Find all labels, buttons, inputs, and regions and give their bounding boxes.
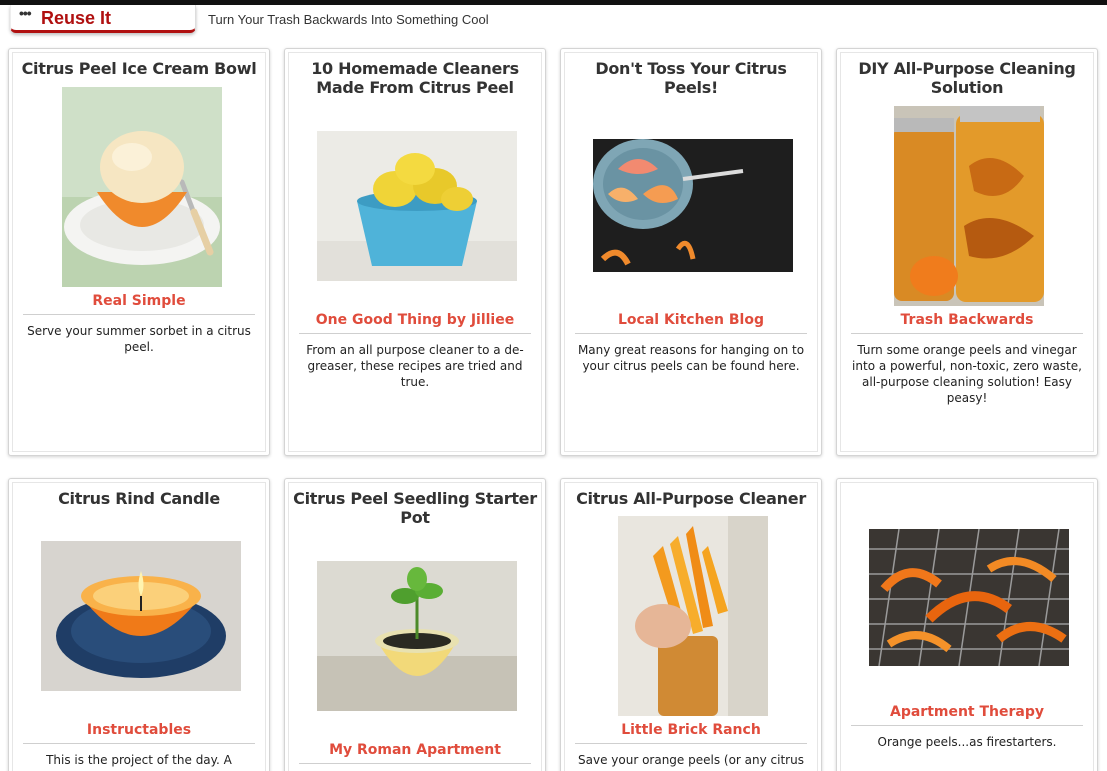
card-image[interactable]	[62, 87, 222, 287]
card-description: Serve your summer sorbet in a citrus pee…	[27, 324, 251, 354]
pin-card[interactable]: Citrus Peel Ice Cream Bowl Real Simple S…	[8, 48, 270, 456]
site-logo[interactable]: Reuse It	[41, 8, 111, 29]
card-title[interactable]: Citrus Peel Ice Cream Bowl	[17, 59, 261, 78]
card-divider	[575, 333, 807, 334]
pin-card[interactable]: Don't Toss Your Citrus Peels! Local Kitc…	[560, 48, 822, 456]
card-image[interactable]	[618, 516, 768, 716]
pin-card[interactable]: Citrus Rind Candle Instructables This is…	[8, 478, 270, 771]
card-divider	[23, 743, 255, 744]
card-title[interactable]: Citrus All-Purpose Cleaner	[569, 489, 813, 508]
card-image[interactable]	[593, 139, 793, 272]
card-source-link[interactable]: Instructables	[23, 722, 255, 738]
card-divider	[575, 743, 807, 744]
card-source-link[interactable]: Real Simple	[23, 293, 255, 309]
card-source-link[interactable]: Trash Backwards	[851, 312, 1083, 328]
card-title[interactable]: Citrus Rind Candle	[17, 489, 261, 508]
card-image[interactable]	[41, 541, 241, 691]
card-divider	[23, 314, 255, 315]
pin-card[interactable]: Citrus Peel Seedling Starter Pot My Roma…	[284, 478, 546, 771]
card-title[interactable]: DIY All-Purpose Cleaning Solution	[845, 59, 1089, 97]
card-divider	[851, 725, 1083, 726]
pin-card[interactable]: Citrus All-Purpose Cleaner Little Brick …	[560, 478, 822, 771]
card-description: Many great reasons for hanging on to you…	[577, 343, 805, 373]
menu-dots-icon[interactable]: •••	[19, 5, 32, 21]
card-title[interactable]: Citrus Peel Seedling Starter Pot	[293, 489, 537, 527]
logo-tab[interactable]: ••• Reuse It	[10, 5, 196, 33]
card-description: Orange peels...as firestarters.	[877, 735, 1057, 749]
card-title[interactable]: 10 Homemade Cleaners Made From Citrus Pe…	[293, 59, 537, 97]
card-image[interactable]	[894, 106, 1044, 306]
card-source-link[interactable]: My Roman Apartment	[299, 742, 531, 758]
card-description: This is the project of the day. A	[46, 753, 232, 767]
card-description: From an all purpose cleaner to a de-grea…	[306, 343, 524, 389]
card-source-link[interactable]: Local Kitchen Blog	[575, 312, 807, 328]
card-title[interactable]: Don't Toss Your Citrus Peels!	[569, 59, 813, 97]
card-source-link[interactable]: One Good Thing by Jilliee	[299, 312, 531, 328]
card-image[interactable]	[869, 529, 1069, 666]
card-source-link[interactable]: Little Brick Ranch	[575, 722, 807, 738]
card-description: Turn some orange peels and vinegar into …	[852, 343, 1082, 405]
pin-card[interactable]: 10 Homemade Cleaners Made From Citrus Pe…	[284, 48, 546, 456]
card-description: Save your orange peels (or any citrus	[578, 753, 804, 767]
site-tagline: Turn Your Trash Backwards Into Something…	[208, 12, 489, 27]
card-image[interactable]	[317, 131, 517, 281]
pin-card[interactable]: Apartment Therapy Orange peels...as fire…	[836, 478, 1098, 771]
pin-card[interactable]: DIY All-Purpose Cleaning Solution Trash …	[836, 48, 1098, 456]
card-image[interactable]	[317, 561, 517, 711]
card-divider	[851, 333, 1083, 334]
card-source-link[interactable]: Apartment Therapy	[851, 704, 1083, 720]
card-divider	[299, 763, 531, 764]
card-divider	[299, 333, 531, 334]
